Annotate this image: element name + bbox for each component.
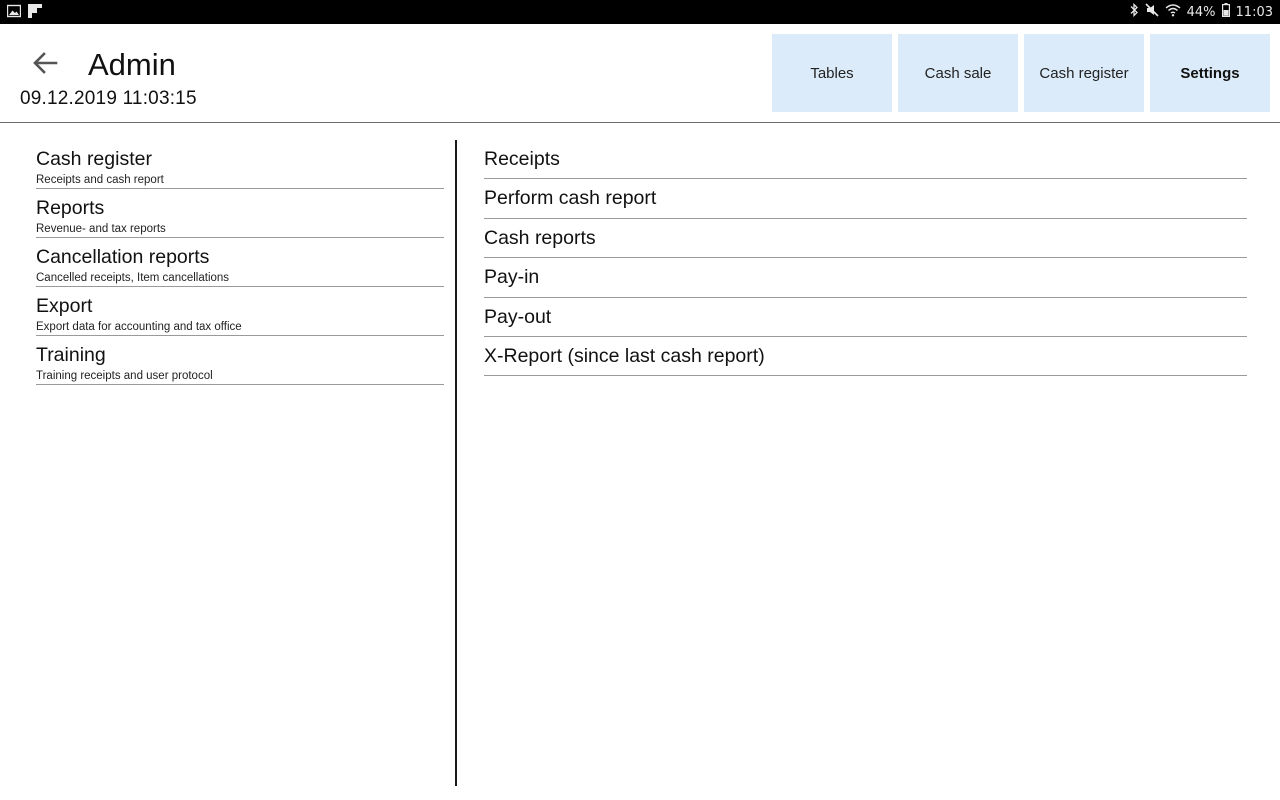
menu-item-reports[interactable]: Reports Revenue- and tax reports — [36, 189, 444, 238]
cash-sale-button[interactable]: Cash sale — [898, 34, 1018, 112]
list-item-perform-cash-report[interactable]: Perform cash report — [484, 179, 1247, 219]
tables-button[interactable]: Tables — [772, 34, 892, 112]
menu-item-subtitle: Cancelled receipts, Item cancellations — [36, 272, 230, 284]
list-item-label: Pay-in — [484, 266, 540, 289]
list-item-pay-out[interactable]: Pay-out — [484, 298, 1247, 337]
menu-item-subtitle: Training receipts and user protocol — [36, 370, 213, 382]
menu-item-title: Training — [36, 344, 106, 366]
list-item-label: Cash reports — [484, 226, 596, 249]
gallery-icon — [6, 4, 22, 22]
menu-item-subtitle: Revenue- and tax reports — [36, 223, 166, 235]
back-button[interactable] — [28, 50, 62, 80]
list-item-label: Pay-out — [484, 305, 552, 328]
list-item-receipts[interactable]: Receipts — [484, 140, 1247, 180]
app-header: Admin 09.12.2019 11:03:15 Tables Cash sa… — [0, 24, 1280, 122]
menu-item-export[interactable]: Export Export data for accounting and ta… — [36, 287, 444, 336]
arrow-back-icon — [32, 51, 58, 80]
menu-item-title: Reports — [36, 197, 105, 219]
list-item-pay-in[interactable]: Pay-in — [484, 258, 1247, 298]
list-item-cash-reports[interactable]: Cash reports — [484, 219, 1247, 259]
menu-item-cancellation-reports[interactable]: Cancellation reports Cancelled receipts,… — [36, 238, 444, 287]
status-time: 11:03 — [1235, 4, 1273, 20]
menu-item-training[interactable]: Training Training receipts and user prot… — [36, 336, 444, 385]
bluetooth-icon — [1129, 2, 1139, 21]
menu-item-title: Cash register — [36, 148, 152, 170]
battery-icon — [1221, 3, 1230, 21]
page-title: Admin — [88, 47, 176, 82]
menu-item-title: Cancellation reports — [36, 246, 210, 268]
menu-item-subtitle: Receipts and cash report — [36, 174, 164, 186]
cash-register-button[interactable]: Cash register — [1024, 34, 1144, 112]
battery-percent: 44% — [1186, 4, 1216, 20]
status-bar: 44% 11:03 — [0, 0, 1280, 24]
date-time: 09.12.2019 11:03:15 — [20, 88, 197, 109]
list-item-x-report[interactable]: X-Report (since last cash report) — [484, 337, 1247, 377]
list-item-label: X-Report (since last cash report) — [484, 344, 765, 367]
menu-item-subtitle: Export data for accounting and tax offic… — [36, 321, 242, 333]
flipboard-icon — [28, 4, 42, 22]
list-item-label: Receipts — [484, 148, 560, 170]
wifi-icon — [1165, 3, 1181, 21]
settings-category-list: Cash register Receipts and cash report R… — [36, 140, 444, 385]
list-item-label: Perform cash report — [484, 187, 657, 210]
settings-button[interactable]: Settings — [1150, 34, 1270, 112]
menu-item-title: Export — [36, 295, 93, 317]
mute-icon — [1145, 3, 1159, 21]
cash-register-options-list: Receipts Perform cash report Cash report… — [484, 140, 1247, 377]
menu-item-cash-register[interactable]: Cash register Receipts and cash report — [36, 140, 444, 189]
pane-divider — [455, 140, 457, 786]
header-divider — [0, 122, 1280, 123]
